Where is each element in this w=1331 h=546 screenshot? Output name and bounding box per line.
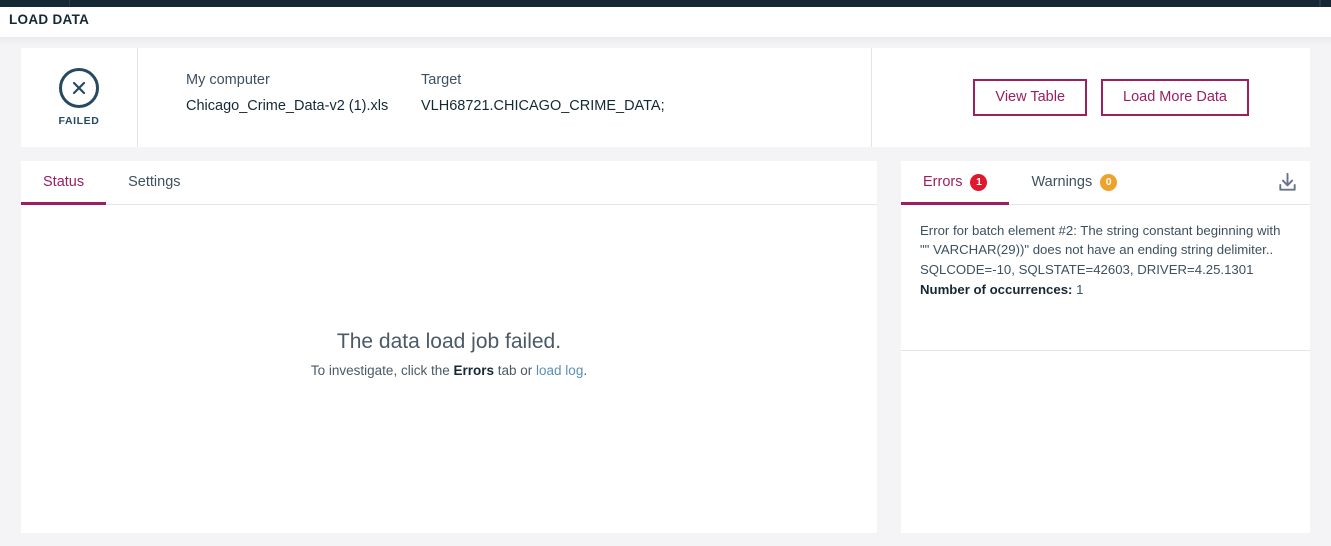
source-info-block: My computer Chicago_Crime_Data-v2 (1).xl… <box>186 72 421 147</box>
target-table: VLH68721.CHICAGO_CRIME_DATA; <box>421 98 665 114</box>
error-message-body: Error for batch element #2: The string c… <box>901 205 1310 351</box>
tab-settings[interactable]: Settings <box>106 162 202 205</box>
load-info-cell: My computer Chicago_Crime_Data-v2 (1).xl… <box>138 48 872 147</box>
empty-state: The data load job failed. To investigate… <box>21 205 877 532</box>
source-filename: Chicago_Crime_Data-v2 (1).xls <box>186 98 389 114</box>
tab-status-label: Status <box>43 174 85 190</box>
errors-count-badge: 1 <box>970 173 988 191</box>
tab-settings-label: Settings <box>128 174 181 190</box>
empty-state-sub-suffix: . <box>583 362 588 378</box>
target-info-block: Target VLH68721.CHICAGO_CRIME_DATA; <box>421 72 665 147</box>
error-message-text: Error for batch element #2: The string c… <box>920 221 1291 279</box>
load-log-link[interactable]: load log <box>536 363 583 378</box>
download-icon[interactable] <box>1264 161 1310 204</box>
error-occurrences: Number of occurrences: 1 <box>920 280 1291 299</box>
target-label: Target <box>421 72 462 88</box>
error-message-line-2: "" VARCHAR(29))" does not have an ending… <box>920 242 1274 258</box>
page-title: LOAD DATA <box>9 12 90 27</box>
top-bar-segment <box>70 0 1320 7</box>
errors-panel-tabbar: Errors 1 Warnings 0 <box>901 161 1310 205</box>
load-actions-cell: View Table Load More Data <box>872 48 1310 147</box>
load-more-data-button[interactable]: Load More Data <box>1101 79 1249 116</box>
status-panel-tabbar: Status Settings <box>21 161 877 205</box>
status-badge: FAILED <box>58 115 100 127</box>
top-bar-segment <box>0 0 70 7</box>
tab-errors-label: Errors <box>923 174 963 190</box>
tab-warnings-label: Warnings <box>1031 174 1093 190</box>
empty-state-subtitle: To investigate, click the Errors tab or … <box>311 363 587 378</box>
status-panel: Status Settings The data load job failed… <box>21 161 877 533</box>
app-top-bar <box>0 0 1331 7</box>
empty-state-sub-prefix: To investigate, click the <box>310 362 454 378</box>
page-header: LOAD DATA <box>0 7 1331 37</box>
errors-panel: Errors 1 Warnings 0 Error for batch elem… <box>901 161 1310 533</box>
empty-state-title: The data load job failed. <box>336 329 562 353</box>
tab-status[interactable]: Status <box>21 162 107 205</box>
error-message-line-1: Error for batch element #2: The string c… <box>920 223 1281 238</box>
view-table-button[interactable]: View Table <box>973 79 1088 116</box>
load-summary-card: FAILED My computer Chicago_Crime_Data-v2… <box>21 48 1310 147</box>
empty-state-sub-middle: tab or <box>494 362 537 378</box>
source-label: My computer <box>186 72 270 88</box>
error-occurrences-label: Number of occurrences: <box>920 282 1073 298</box>
header-shadow <box>0 37 1331 46</box>
top-bar-segment <box>1320 0 1321 7</box>
x-circle-icon <box>59 68 99 108</box>
error-message-line-3: SQLCODE=-10, SQLSTATE=42603, DRIVER=4.25… <box>920 261 1254 277</box>
empty-state-errors-word: Errors <box>453 362 494 378</box>
tab-warnings[interactable]: Warnings 0 <box>1009 162 1139 205</box>
warnings-count-badge: 0 <box>1100 173 1118 191</box>
load-status-cell: FAILED <box>21 48 138 147</box>
tab-errors[interactable]: Errors 1 <box>901 162 1010 205</box>
error-occurrences-value: 1 <box>1076 282 1084 298</box>
